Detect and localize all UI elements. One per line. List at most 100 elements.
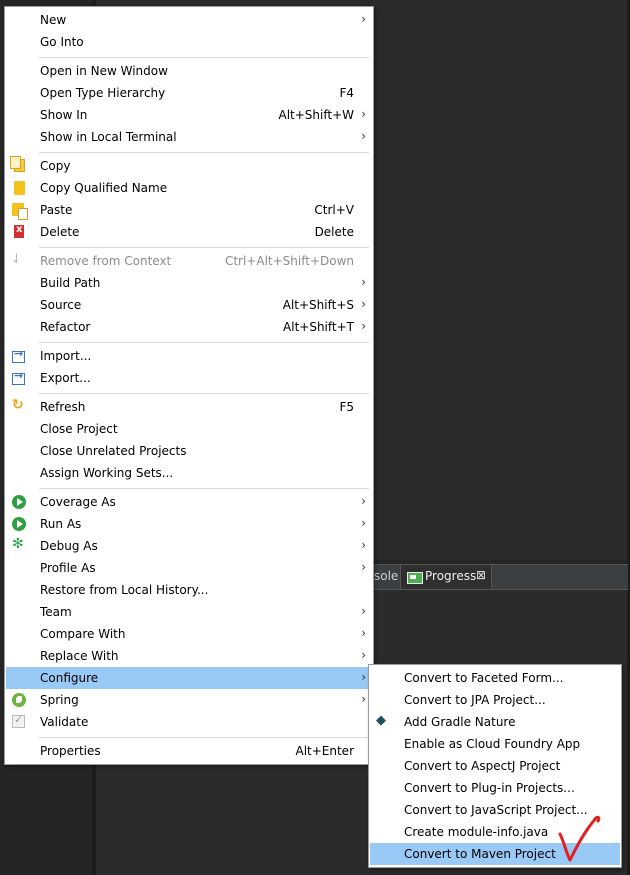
chevron-right-icon: › (361, 560, 366, 574)
chevron-right-icon: › (361, 516, 366, 530)
menu-item-label: Source (40, 298, 82, 312)
menu-item-coverage-as[interactable]: Coverage As › (6, 491, 372, 513)
menu-item-team[interactable]: Team › (6, 601, 372, 623)
menu-item-export[interactable]: Export... (6, 367, 372, 389)
menu-item-shortcut: F4 (339, 86, 354, 100)
menu-item-label: Convert to Faceted Form... (404, 671, 564, 685)
menu-item-replace-with[interactable]: Replace With › (6, 645, 372, 667)
menu-item-remove-from-context: ⇃ Remove from Context Ctrl+Alt+Shift+Dow… (6, 250, 372, 272)
chevron-right-icon: › (361, 275, 366, 289)
menu-item-label: Convert to Maven Project (404, 847, 556, 861)
menu-item-label: Enable as Cloud Foundry App (404, 737, 581, 751)
menu-separator (39, 342, 369, 343)
menu-item-debug-as[interactable]: ✻ Debug As › (6, 535, 372, 557)
menu-item-shortcut: Alt+Enter (295, 744, 354, 758)
menu-item-show-in[interactable]: Show In Alt+Shift+W › (6, 104, 372, 126)
menu-item-properties[interactable]: Properties Alt+Enter (6, 740, 372, 762)
menu-item-label: Show In (40, 108, 88, 122)
menu-separator (39, 57, 369, 58)
tab-progress-label: Progress (425, 569, 477, 583)
menu-item-shortcut: Alt+Shift+W (278, 108, 355, 122)
menu-separator (39, 393, 369, 394)
menu-item-label: Refactor (40, 320, 91, 334)
menu-item-shortcut: F5 (339, 400, 354, 414)
menu-item-convert-to-faceted-form[interactable]: Convert to Faceted Form... (370, 667, 620, 689)
menu-item-shortcut: Ctrl+Alt+Shift+Down (224, 254, 354, 268)
menu-item-label: Replace With (40, 649, 119, 663)
menu-item-compare-with[interactable]: Compare With › (6, 623, 372, 645)
menu-item-label: Copy Qualified Name (40, 181, 168, 195)
menu-item-open-in-new-window[interactable]: Open in New Window (6, 60, 372, 82)
run-icon (12, 517, 26, 531)
menu-item-label: Compare With (40, 627, 126, 641)
menu-item-show-in-local-terminal[interactable]: Show in Local Terminal › (6, 126, 372, 148)
menu-item-restore-from-local-history[interactable]: Restore from Local History... (6, 579, 372, 601)
menu-item-label: Restore from Local History... (40, 583, 209, 597)
menu-item-refactor[interactable]: Refactor Alt+Shift+T › (6, 316, 372, 338)
tab-console[interactable]: sole (374, 569, 398, 583)
menu-item-source[interactable]: Source Alt+Shift+S › (6, 294, 372, 316)
chevron-right-icon: › (361, 648, 366, 662)
import-icon (12, 347, 25, 363)
menu-item-label: Team (40, 605, 72, 619)
tab-progress[interactable]: Progress ⊠ (400, 565, 492, 589)
menu-item-label: Convert to JPA Project... (404, 693, 546, 707)
menu-item-go-into[interactable]: Go Into (6, 31, 372, 53)
coverage-icon (12, 495, 26, 509)
menu-item-label: Convert to AspectJ Project (404, 759, 561, 773)
validate-icon (12, 713, 25, 728)
menu-item-label: Coverage As (40, 495, 116, 509)
menu-item-close-unrelated-projects[interactable]: Close Unrelated Projects (6, 440, 372, 462)
chevron-right-icon: › (361, 604, 366, 618)
menu-item-copy-qualified-name[interactable]: Copy Qualified Name (6, 177, 372, 199)
close-icon[interactable]: ⊠ (476, 568, 486, 582)
menu-item-label: Open in New Window (40, 64, 168, 78)
menu-item-label: Import... (40, 349, 92, 363)
menu-separator (39, 488, 369, 489)
chevron-right-icon: › (361, 692, 366, 706)
menu-item-label: Refresh (40, 400, 86, 414)
menu-item-label: Go Into (40, 35, 84, 49)
bottom-panel-tabbar: sole Progress ⊠ (368, 564, 628, 590)
menu-item-refresh[interactable]: ↻ Refresh F5 (6, 396, 372, 418)
refresh-icon: ↻ (12, 397, 24, 413)
menu-item-convert-to-aspectj-project[interactable]: Convert to AspectJ Project (370, 755, 620, 777)
menu-item-label: Create module-info.java (404, 825, 549, 839)
copy-qualified-name-icon (14, 181, 25, 195)
menu-separator (39, 737, 369, 738)
menu-item-label: Assign Working Sets... (40, 466, 174, 480)
menu-separator (39, 152, 369, 153)
menu-item-validate[interactable]: Validate (6, 711, 372, 733)
menu-item-copy[interactable]: Copy (6, 155, 372, 177)
gradle-icon: ◆ (376, 713, 386, 728)
menu-item-profile-as[interactable]: Profile As › (6, 557, 372, 579)
menu-item-label: Validate (40, 715, 89, 729)
project-context-menu: New › Go Into Open in New Window Open Ty… (4, 6, 374, 765)
menu-item-shortcut: Delete (314, 225, 354, 239)
menu-item-close-project[interactable]: Close Project (6, 418, 372, 440)
menu-item-label: Delete (40, 225, 80, 239)
menu-item-run-as[interactable]: Run As › (6, 513, 372, 535)
menu-item-label: Build Path (40, 276, 101, 290)
menu-item-new[interactable]: New › (6, 9, 372, 31)
menu-item-assign-working-sets[interactable]: Assign Working Sets... (6, 462, 372, 484)
debug-icon: ✻ (12, 536, 24, 552)
menu-item-label: Debug As (40, 539, 98, 553)
menu-item-delete[interactable]: Delete Delete (6, 221, 372, 243)
menu-item-build-path[interactable]: Build Path › (6, 272, 372, 294)
menu-item-import[interactable]: Import... (6, 345, 372, 367)
delete-icon (14, 224, 24, 238)
menu-item-open-type-hierarchy[interactable]: Open Type Hierarchy F4 (6, 82, 372, 104)
menu-item-add-gradle-nature[interactable]: ◆ Add Gradle Nature (370, 711, 620, 733)
menu-item-convert-to-plugin-projects[interactable]: Convert to Plug-in Projects... (370, 777, 620, 799)
menu-item-paste[interactable]: Paste Ctrl+V (6, 199, 372, 221)
menu-item-label: New (40, 13, 67, 27)
menu-item-convert-to-jpa-project[interactable]: Convert to JPA Project... (370, 689, 620, 711)
menu-item-label: Configure (40, 671, 99, 685)
menu-item-configure[interactable]: Configure › (6, 667, 372, 689)
menu-item-enable-as-cloud-foundry-app[interactable]: Enable as Cloud Foundry App (370, 733, 620, 755)
menu-item-label: Properties (40, 744, 101, 758)
menu-item-label: Run As (40, 517, 82, 531)
chevron-right-icon: › (361, 670, 366, 684)
menu-item-spring[interactable]: Spring › (6, 689, 372, 711)
